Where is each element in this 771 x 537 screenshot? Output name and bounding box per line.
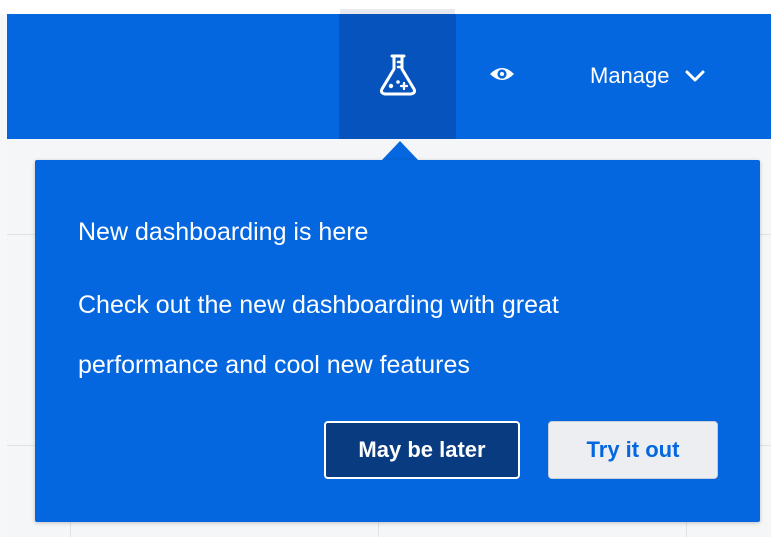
grid-divider bbox=[70, 520, 71, 537]
grid-divider bbox=[378, 520, 379, 537]
manage-label: Manage bbox=[590, 63, 670, 88]
eye-icon bbox=[488, 64, 516, 89]
may-be-later-button[interactable]: May be later bbox=[324, 421, 520, 479]
chevron-down-icon bbox=[684, 63, 706, 89]
view-toggle-button[interactable] bbox=[480, 50, 524, 102]
popover-arrow bbox=[381, 141, 419, 161]
nav-tab-labs[interactable] bbox=[339, 14, 456, 139]
popover-body: Check out the new dashboarding with grea… bbox=[78, 291, 559, 379]
manage-dropdown[interactable]: Manage bbox=[578, 50, 738, 102]
try-it-out-button[interactable]: Try it out bbox=[548, 421, 718, 479]
feature-announcement-popover: New dashboarding is here Check out the n… bbox=[35, 160, 760, 522]
grid-divider bbox=[686, 520, 687, 537]
popover-title: New dashboarding is here bbox=[78, 218, 369, 246]
flask-icon bbox=[373, 49, 423, 104]
